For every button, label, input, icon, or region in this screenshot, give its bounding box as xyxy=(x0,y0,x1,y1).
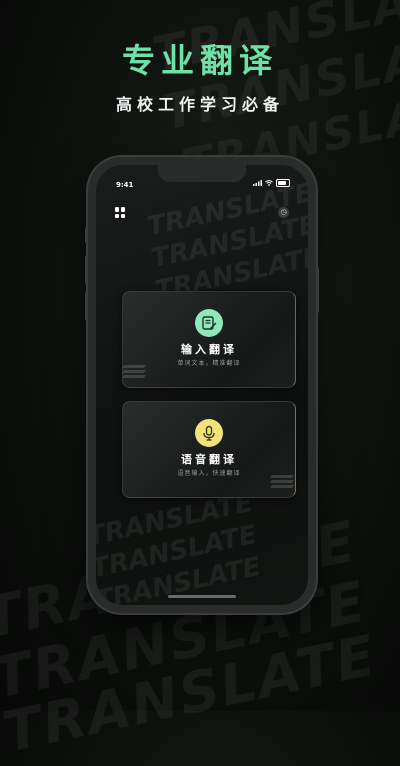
notebook-pen-icon xyxy=(195,309,223,337)
card-title: 输入翻译 xyxy=(181,343,237,356)
battery-icon xyxy=(276,179,290,187)
phone-screen: TRANSLATE TRANSLATE TRANSLATE TRANSLATE … xyxy=(96,165,308,605)
hero-subtitle: 高校工作学习必备 xyxy=(115,95,284,114)
card-description: 单词文本，精准翻译 xyxy=(177,360,241,367)
home-indicator xyxy=(168,595,236,598)
microphone-icon xyxy=(195,419,223,447)
card-decoration xyxy=(122,365,146,381)
wifi-icon xyxy=(265,180,273,186)
status-time: 9:41 xyxy=(116,181,134,189)
input-translate-card[interactable]: 输入翻译 单词文本，精准翻译 xyxy=(122,291,296,388)
status-icons xyxy=(253,179,290,187)
hero-title: 专业翻译 xyxy=(122,41,278,80)
voice-translate-card[interactable]: 语音翻译 语音输入，快速翻译 xyxy=(122,401,296,498)
card-description: 语音输入，快速翻译 xyxy=(177,470,241,477)
card-decoration xyxy=(270,475,294,491)
card-title: 语音翻译 xyxy=(181,453,237,466)
history-clock-icon[interactable]: ◷ xyxy=(278,207,289,218)
menu-grid-icon[interactable] xyxy=(115,207,126,218)
signal-icon xyxy=(253,180,262,186)
phone-frame: TRANSLATE TRANSLATE TRANSLATE TRANSLATE … xyxy=(85,157,319,613)
phone-notch xyxy=(158,165,246,182)
